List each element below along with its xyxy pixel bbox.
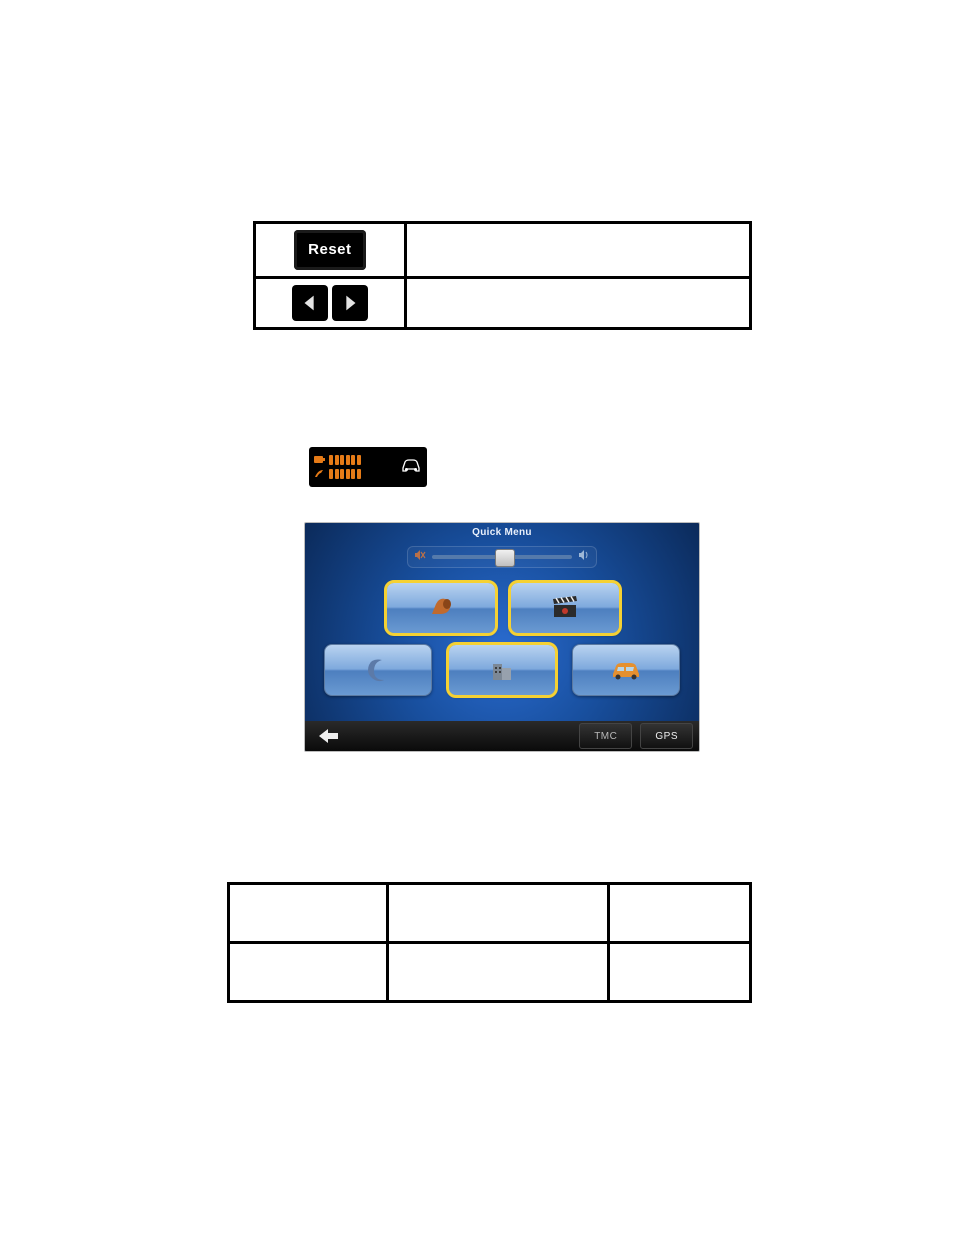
tile-night[interactable] bbox=[324, 644, 432, 696]
cell bbox=[609, 884, 751, 943]
document-page: Reset bbox=[0, 0, 954, 1235]
speaker-icon bbox=[578, 548, 590, 566]
prev-button[interactable] bbox=[292, 285, 328, 321]
cell-arrows-desc bbox=[405, 278, 750, 329]
arrow-button-group bbox=[262, 285, 398, 321]
gps-button[interactable]: GPS bbox=[640, 723, 693, 749]
status-indicator bbox=[309, 447, 427, 487]
table-row bbox=[229, 943, 751, 1002]
volume-slider[interactable] bbox=[407, 546, 597, 568]
cell bbox=[609, 943, 751, 1002]
cell bbox=[229, 943, 388, 1002]
table-row bbox=[255, 278, 751, 329]
lower-table bbox=[227, 882, 752, 1003]
cell-arrow-buttons bbox=[255, 278, 406, 329]
cell-reset-desc bbox=[405, 223, 750, 278]
quick-menu-title: Quick Menu bbox=[305, 523, 699, 540]
signal-bars bbox=[329, 469, 361, 479]
quick-menu-grid bbox=[305, 582, 699, 696]
cell-reset-button: Reset bbox=[255, 223, 406, 278]
controls-table: Reset bbox=[253, 221, 752, 330]
table-row bbox=[229, 884, 751, 943]
tile-sound[interactable] bbox=[386, 582, 496, 634]
back-arrow-icon bbox=[316, 727, 342, 745]
table-row: Reset bbox=[255, 223, 751, 278]
slider-track bbox=[432, 555, 572, 559]
buildings-icon bbox=[487, 656, 517, 684]
cell bbox=[229, 884, 388, 943]
clapboard-icon bbox=[550, 595, 580, 621]
tmc-button[interactable]: TMC bbox=[579, 723, 632, 749]
tile-vehicle[interactable] bbox=[572, 644, 680, 696]
battery-bars bbox=[329, 455, 361, 465]
cell bbox=[388, 943, 609, 1002]
cell bbox=[388, 884, 609, 943]
satellite-icon bbox=[314, 469, 326, 480]
tile-buildings[interactable] bbox=[448, 644, 556, 696]
slider-thumb[interactable] bbox=[495, 549, 515, 567]
prev-arrow-icon bbox=[299, 292, 321, 314]
battery-icon bbox=[314, 455, 326, 466]
car-icon bbox=[609, 659, 643, 681]
car-outline-icon bbox=[400, 456, 422, 479]
back-button[interactable] bbox=[305, 721, 353, 751]
quick-menu-bottom-bar: TMC GPS bbox=[305, 721, 699, 751]
speaker-mute-icon bbox=[414, 548, 426, 566]
next-button[interactable] bbox=[332, 285, 368, 321]
reset-button[interactable]: Reset bbox=[294, 230, 366, 270]
quick-menu-screenshot: Quick Menu bbox=[304, 522, 700, 752]
next-arrow-icon bbox=[339, 292, 361, 314]
tile-video[interactable] bbox=[510, 582, 620, 634]
moon-icon bbox=[364, 657, 392, 683]
loudspeaker-icon bbox=[426, 594, 456, 622]
